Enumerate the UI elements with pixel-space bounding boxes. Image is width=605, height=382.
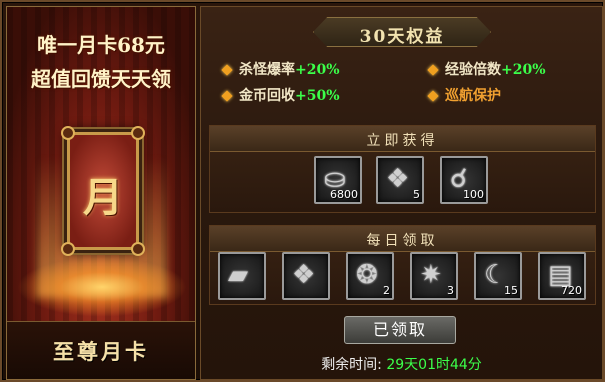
claimed-button[interactable]: 已领取 (344, 316, 456, 344)
item-count: 720 (561, 284, 582, 297)
benefit-value: +20% (295, 62, 340, 78)
diamond-bullet-icon (427, 64, 439, 76)
benefit-value: +50% (295, 88, 340, 104)
reward-slot[interactable]: ❖ 5 (376, 156, 424, 204)
daily-rewards-section: 每日领取 ▰ ❖ ❂ 2 ✷ 3 ☾ 15 ▤ 720 (209, 225, 596, 305)
spiked-orb-icon: ✷ (420, 260, 442, 290)
section-header: 每日领取 (210, 226, 595, 252)
item-count: 3 (447, 284, 454, 297)
benefit-label: 杀怪爆率 (239, 62, 295, 78)
benefit-label: 金币回收 (239, 88, 295, 104)
item-count: 15 (504, 284, 518, 297)
benefits-panel: 30天权益 杀怪爆率+20% 经验倍数+20% 金币回收+50% 巡航保护 立即… (200, 6, 603, 380)
ornament-icon (61, 242, 75, 256)
reward-slot[interactable]: ☌ 100 (440, 156, 488, 204)
ornament-icon (61, 126, 75, 140)
remaining-value: 29天01时44分 (386, 357, 482, 373)
section-title: 立即获得 (366, 133, 439, 149)
reward-slot[interactable]: ✷ 3 (410, 252, 458, 300)
reward-slot[interactable]: ▰ (218, 252, 266, 300)
panel-title: 30天权益 (359, 27, 445, 47)
reward-slot[interactable]: ▤ 720 (538, 252, 586, 300)
benefit-label: 巡航保护 (445, 88, 501, 104)
remaining-label: 剩余时间: (321, 357, 382, 373)
gem-charm-icon: ❖ (386, 164, 410, 194)
benefit-label: 经验倍数 (445, 62, 501, 78)
pedestal-glow (17, 257, 187, 317)
pouch-icon: ❂ (356, 260, 378, 290)
monthly-card-emblem: 月 (61, 126, 145, 256)
promo-headline: 唯一月卡68元 (37, 33, 165, 57)
item-count: 100 (463, 188, 484, 201)
item-count: 2 (383, 284, 390, 297)
diamond-bullet-icon (427, 90, 439, 102)
ornament-icon (131, 242, 145, 256)
section-title: 每日领取 (366, 233, 439, 249)
reward-slot[interactable]: ❂ 2 (346, 252, 394, 300)
silver-bar-icon: ▰ (228, 260, 248, 290)
instant-rewards-section: 立即获得 ⛀ 6800 ❖ 5 ☌ 100 (209, 125, 596, 213)
diamond-bullet-icon (221, 90, 233, 102)
ornament-icon (131, 126, 145, 140)
benefit-value: +20% (501, 62, 546, 78)
gem-charm-icon: ❖ (292, 260, 316, 290)
reward-slot[interactable]: ⛀ 6800 (314, 156, 362, 204)
title-banner: 30天权益 (313, 17, 491, 47)
card-name-plate: 至尊月卡 (7, 321, 195, 379)
reward-slot[interactable]: ☾ 15 (474, 252, 522, 300)
benefit-drop-rate: 杀怪爆率+20% (221, 59, 340, 79)
card-character: 月 (83, 174, 123, 221)
reward-slot[interactable]: ❖ (282, 252, 330, 300)
item-count: 5 (413, 188, 420, 201)
benefit-gold-recycle: 金币回收+50% (221, 85, 340, 105)
monthly-card-window: 唯一月卡68元 超值回馈天天领 月 至尊月卡 30天权益 杀怪爆率+20% 经验… (0, 0, 605, 382)
promo-panel: 唯一月卡68元 超值回馈天天领 月 至尊月卡 (6, 6, 196, 380)
section-header: 立即获得 (210, 126, 595, 152)
promo-subheadline: 超值回馈天天领 (31, 67, 171, 91)
benefit-cruise-protect: 巡航保护 (427, 85, 501, 105)
card-name: 至尊月卡 (53, 339, 149, 364)
benefit-exp-multiplier: 经验倍数+20% (427, 59, 546, 79)
item-count: 6800 (330, 188, 358, 201)
remaining-time: 剩余时间: 29天01时44分 (201, 354, 602, 374)
diamond-bullet-icon (221, 64, 233, 76)
